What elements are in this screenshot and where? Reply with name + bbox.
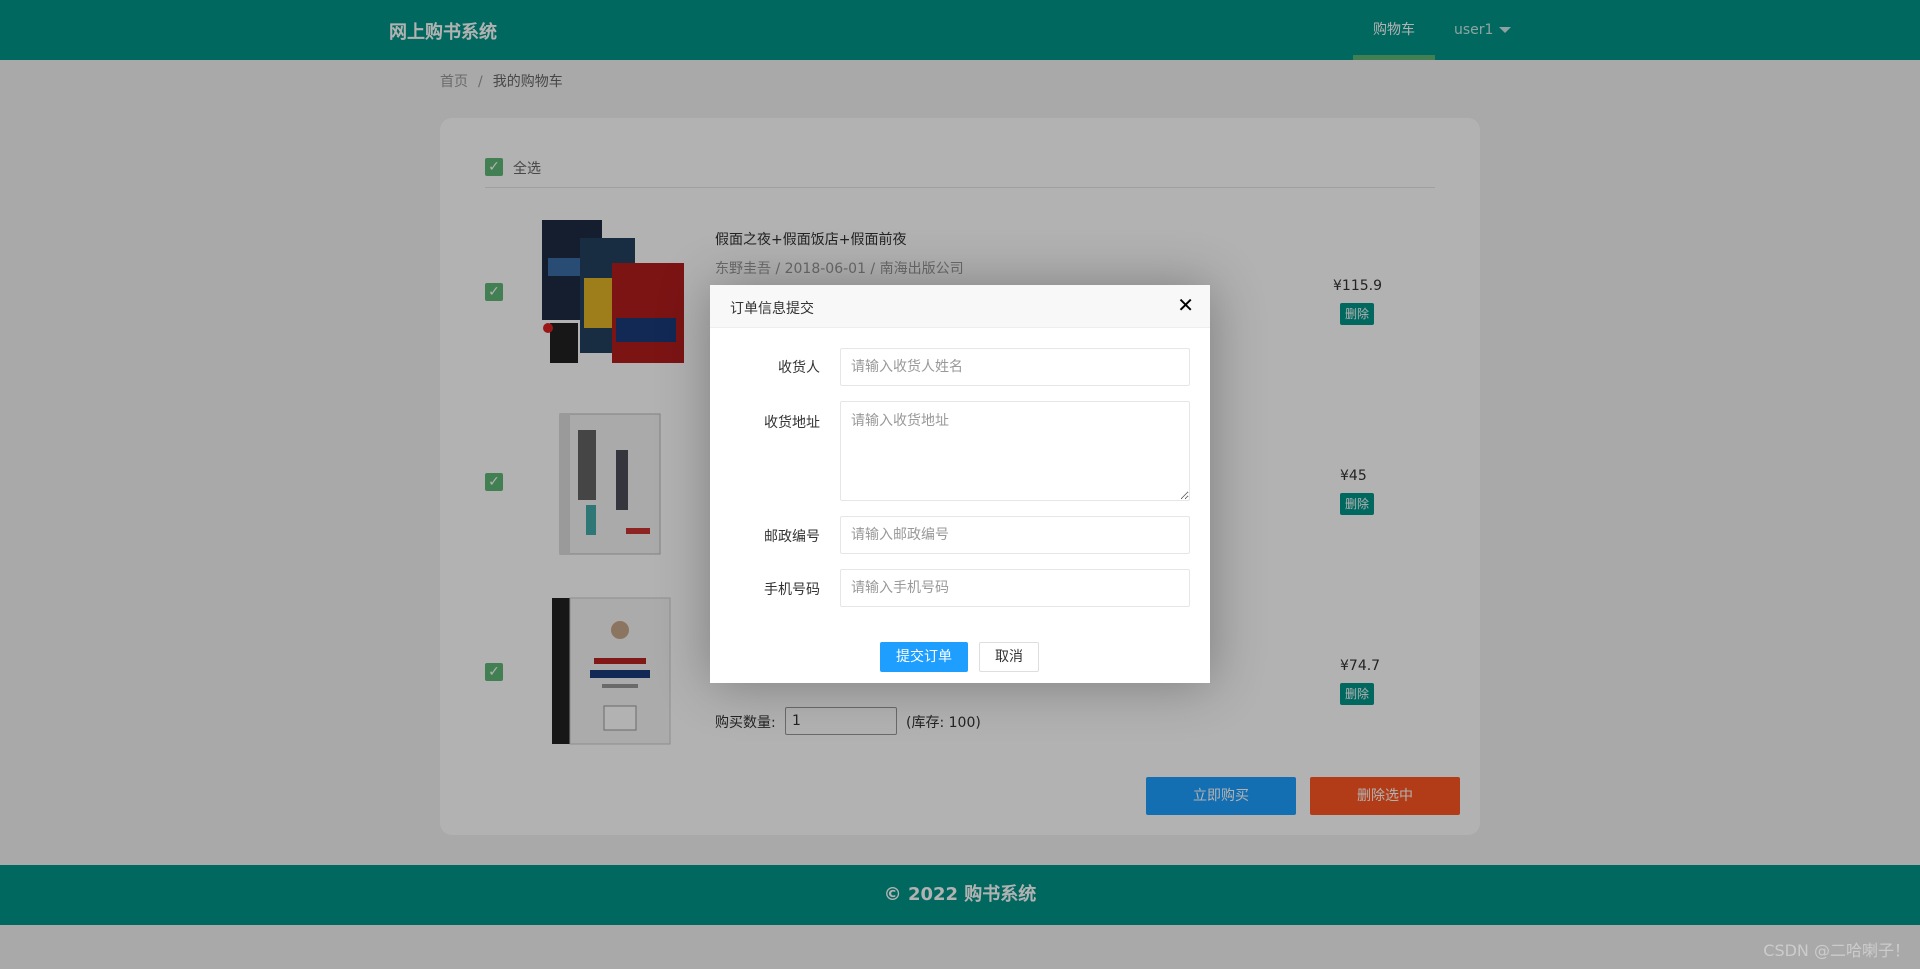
postcode-input[interactable]: [840, 516, 1190, 554]
submit-order-button[interactable]: 提交订单: [880, 642, 968, 672]
dialog-title: 订单信息提交: [730, 301, 814, 317]
address-label: 收货地址: [764, 415, 820, 431]
phone-label: 手机号码: [764, 582, 820, 598]
close-icon[interactable]: ✕: [1177, 295, 1194, 315]
watermark: CSDN @二哈喇子！: [1763, 941, 1910, 960]
postcode-label: 邮政编号: [764, 529, 820, 545]
phone-input[interactable]: [840, 569, 1190, 607]
receiver-input[interactable]: [840, 348, 1190, 386]
receiver-label: 收货人: [778, 360, 820, 376]
dialog-header: 订单信息提交 ✕: [710, 285, 1210, 328]
order-info-dialog: 订单信息提交 ✕ 收货人 收货地址 邮政编号 手机号码 提交订单 取消: [710, 285, 1210, 683]
cancel-button[interactable]: 取消: [979, 642, 1039, 672]
address-textarea[interactable]: [840, 401, 1190, 501]
